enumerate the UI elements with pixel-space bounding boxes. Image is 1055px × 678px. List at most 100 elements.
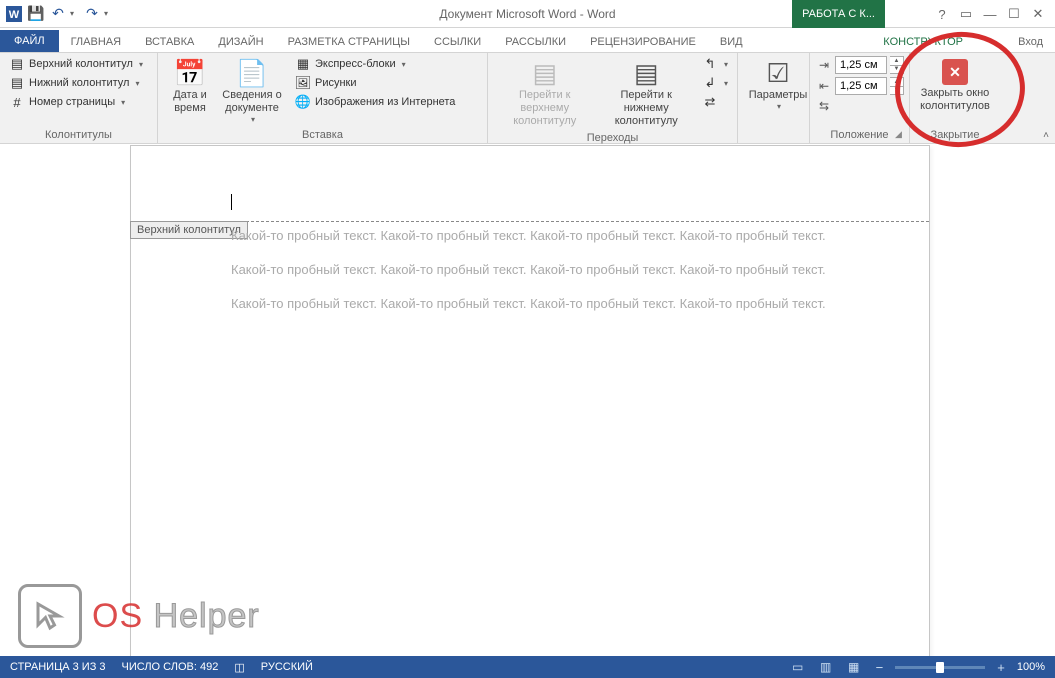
tab-designer[interactable]: КОНСТРУКТОР	[871, 32, 975, 52]
window-controls: ? ▭ — ☐ ✕	[925, 0, 1055, 28]
insert-alignment-tab[interactable]: ⇆	[816, 97, 904, 115]
onlinepics-label: Изображения из Интернета	[315, 96, 455, 108]
group-label-close: Закрытие	[916, 127, 994, 143]
link-prev-button[interactable]: ⇄	[699, 93, 731, 111]
footer-label: Нижний колонтитул	[29, 77, 129, 89]
calendar-icon: 📅	[174, 57, 206, 89]
body-text: Какой-то пробный текст. Какой-то пробный…	[231, 226, 849, 328]
goto-footer-icon: ▤	[634, 57, 659, 89]
goto-header-icon: ▤	[532, 57, 557, 89]
group-navigation: ▤ Перейти к верхнему колонтитулу ▤ Перей…	[488, 53, 738, 143]
close-header-footer-button[interactable]: ✕ Закрыть окно колонтитулов	[912, 55, 998, 115]
context-tab-header: РАБОТА С К...	[792, 0, 885, 28]
tab-home[interactable]: ГЛАВНАЯ	[59, 32, 133, 52]
quick-access-toolbar: W 💾 ↶ ▾ ↷ ▾	[0, 4, 118, 24]
chevron-down-icon: ▾	[139, 60, 143, 69]
group-label-options	[744, 139, 803, 143]
docinfo-button[interactable]: 📄 Сведения о документе▾	[216, 55, 288, 127]
chevron-down-icon: ▾	[724, 79, 728, 88]
header-button[interactable]: ▤Верхний колонтитул▾	[6, 55, 146, 73]
view-web-button[interactable]: ▦	[844, 658, 864, 676]
spinner-arrows[interactable]: ▲▼	[890, 56, 904, 74]
goto-header-label: Перейти к верхнему колонтитулу	[500, 89, 589, 128]
group-label-insert: Вставка	[164, 127, 481, 143]
zoom-out-button[interactable]: −	[872, 660, 888, 675]
ribbon-display-button[interactable]: ▭	[955, 4, 977, 24]
tab-design[interactable]: ДИЗАЙН	[206, 32, 275, 52]
tab-review[interactable]: РЕЦЕНЗИРОВАНИЕ	[578, 32, 708, 52]
group-header-footer: ▤Верхний колонтитул▾ ▤Нижний колонтитул▾…	[0, 53, 158, 143]
group-options: ☑ Параметры▾	[738, 53, 810, 143]
tab-layout[interactable]: РАЗМЕТКА СТРАНИЦЫ	[276, 32, 422, 52]
group-label-hf: Колонтитулы	[6, 127, 151, 143]
undo-button[interactable]: ↶	[48, 4, 68, 24]
chevron-down-icon: ▾	[135, 79, 139, 88]
document-icon: 📄	[236, 57, 268, 89]
undo-dropdown[interactable]: ▾	[70, 9, 80, 18]
save-button[interactable]: 💾	[26, 4, 46, 24]
zoom-in-button[interactable]: +	[993, 660, 1009, 675]
minimize-button[interactable]: —	[979, 4, 1001, 24]
close-hf-label: Закрыть окно колонтитулов	[918, 87, 992, 113]
signin-link[interactable]: Вход	[1010, 32, 1051, 52]
goto-footer-label: Перейти к нижнему колонтитулу	[601, 89, 690, 128]
maximize-button[interactable]: ☐	[1003, 4, 1025, 24]
group-close: ✕ Закрыть окно колонтитулов Закрытие	[910, 53, 1000, 143]
link-icon: ⇄	[702, 94, 718, 110]
close-window-button[interactable]: ✕	[1027, 4, 1049, 24]
status-page[interactable]: СТРАНИЦА 3 ИЗ 3	[10, 661, 106, 673]
tab-file[interactable]: ФАЙЛ	[0, 30, 59, 52]
cursor-box-icon	[18, 584, 82, 648]
zoom-slider[interactable]	[895, 666, 985, 669]
redo-button[interactable]: ↷	[82, 4, 102, 24]
view-print-button[interactable]: ▥	[816, 658, 836, 676]
watermark-text: OS Helper	[92, 597, 260, 636]
qat-customize[interactable]: ▾	[104, 9, 114, 18]
options-icon: ☑	[766, 57, 789, 89]
goto-footer-button[interactable]: ▤ Перейти к нижнему колонтитулу	[595, 55, 696, 130]
pagenumber-icon: #	[9, 94, 25, 110]
svg-text:W: W	[9, 9, 20, 21]
page[interactable]: Верхний колонтитул Какой-то пробный текс…	[130, 145, 930, 656]
chevron-down-icon: ▾	[251, 115, 255, 124]
watermark-os: OS	[92, 597, 143, 635]
status-proofing[interactable]: ◫	[234, 661, 244, 674]
footer-button[interactable]: ▤Нижний колонтитул▾	[6, 74, 146, 92]
onlinepics-icon: 🌐	[295, 94, 311, 110]
ribbon: ▤Верхний колонтитул▾ ▤ Нижний колонтитул ▾…	[0, 52, 1055, 144]
quickparts-button[interactable]: ▦Экспресс-блоки▾	[292, 55, 458, 73]
word-icon: W	[4, 4, 24, 24]
view-read-button[interactable]: ▭	[788, 658, 808, 676]
footer-bottom-icon: ⇤	[816, 78, 832, 94]
options-label: Параметры	[749, 89, 808, 102]
help-button[interactable]: ?	[931, 4, 953, 24]
tab-insert[interactable]: ВСТАВКА	[133, 32, 206, 52]
group-insert: 📅 Дата и время 📄 Сведения о документе▾ ▦…	[158, 53, 488, 143]
status-language[interactable]: РУССКИЙ	[261, 661, 313, 673]
header-divider	[131, 221, 929, 222]
header-top-input[interactable]	[835, 56, 887, 74]
group-label-nav: Переходы	[494, 130, 731, 146]
onlinepics-button[interactable]: 🌐 Изображения из Интернета	[292, 93, 458, 111]
chevron-down-icon: ▾	[724, 60, 728, 69]
zoom-level[interactable]: 100%	[1017, 661, 1045, 673]
tab-references[interactable]: ССЫЛКИ	[422, 32, 493, 52]
footer-bottom-input[interactable]	[835, 77, 887, 95]
status-words[interactable]: ЧИСЛО СЛОВ: 492	[122, 661, 219, 673]
nav-prev-button[interactable]: ↰▾	[699, 55, 731, 73]
title-bar: W 💾 ↶ ▾ ↷ ▾ Документ Microsoft Word - Wo…	[0, 0, 1055, 28]
datetime-button[interactable]: 📅 Дата и время	[164, 55, 216, 127]
header-from-top: ⇥ ▲▼	[816, 55, 904, 75]
pictures-button[interactable]: 🖼Рисунки	[292, 74, 458, 92]
collapse-ribbon-button[interactable]: ˄	[1043, 130, 1049, 141]
tab-mailings[interactable]: РАССЫЛКИ	[493, 32, 578, 52]
options-button[interactable]: ☑ Параметры▾	[744, 55, 812, 139]
pagenumber-button[interactable]: #Номер страницы▾	[6, 93, 146, 111]
tab-view[interactable]: ВИД	[708, 32, 755, 52]
spinner-arrows[interactable]: ▲▼	[890, 77, 904, 95]
pagenumber-label: Номер страницы	[29, 96, 115, 108]
document-area: Верхний колонтитул Какой-то пробный текс…	[0, 145, 1055, 656]
nav-next-button[interactable]: ↲▾	[699, 74, 731, 92]
pictures-icon: 🖼	[295, 75, 311, 91]
dialog-launcher-icon[interactable]: ◢	[895, 129, 907, 141]
